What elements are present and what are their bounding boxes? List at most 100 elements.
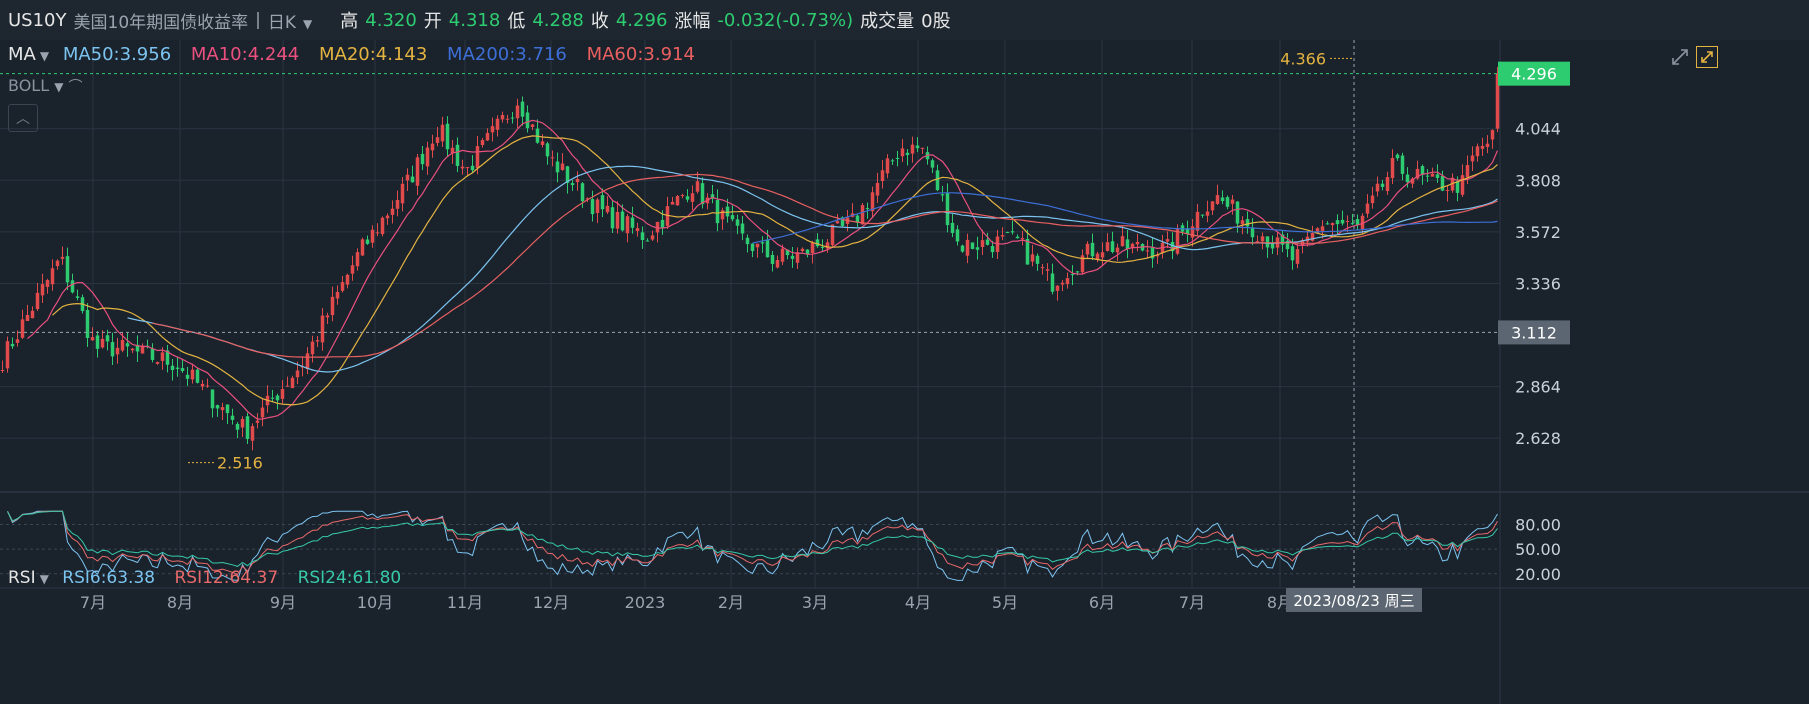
candle-body — [1105, 242, 1110, 251]
ma200-value: MA200:3.716 — [447, 44, 567, 65]
candle-body — [1400, 155, 1405, 174]
candle-body — [1165, 239, 1170, 242]
candle-body — [1210, 201, 1215, 211]
candle-body — [175, 367, 180, 369]
candle-body — [735, 219, 740, 226]
candle-body — [1035, 255, 1040, 264]
x-axis-label: 7月 — [80, 593, 106, 612]
candle-body — [575, 178, 580, 183]
candle-body — [95, 335, 100, 349]
candle-body — [55, 260, 60, 267]
candle-body — [920, 147, 925, 149]
candle-body — [520, 101, 525, 117]
candle-body — [375, 232, 380, 234]
candle-body — [835, 221, 840, 224]
candle-body — [615, 211, 620, 229]
candle-body — [1480, 145, 1485, 149]
candle-body — [750, 243, 755, 252]
candle-body — [905, 152, 910, 156]
symbol[interactable]: US10Y — [8, 10, 67, 31]
caret-down-icon[interactable]: ▼ — [40, 49, 49, 63]
shrink-icon[interactable] — [1669, 46, 1691, 68]
x-axis-label: 6月 — [1089, 593, 1115, 612]
candle-body — [525, 112, 530, 129]
candle-body — [15, 339, 20, 343]
boll-indicator[interactable]: BOLL ▼ ⌒ — [8, 76, 83, 96]
candle-body — [485, 132, 490, 141]
candle-body — [1385, 177, 1390, 192]
candle-body — [1370, 195, 1375, 204]
candle-body — [1145, 250, 1150, 252]
candle-body — [150, 348, 155, 360]
candle-body — [945, 192, 950, 226]
candle-body — [475, 146, 480, 169]
eye-off-icon[interactable]: ⌒ — [69, 79, 83, 95]
candle-body — [255, 420, 260, 423]
candle-body — [570, 183, 575, 186]
candle-body — [1460, 175, 1465, 195]
candle-body — [555, 161, 560, 173]
candle-body — [1215, 195, 1220, 204]
price-tick-label: 2.628 — [1515, 429, 1561, 448]
candle-body — [470, 165, 475, 171]
candle-body — [75, 296, 80, 298]
candle-body — [1110, 241, 1115, 252]
candle-body — [1070, 274, 1075, 276]
candle-body — [1055, 285, 1060, 291]
candle-body — [1050, 273, 1055, 292]
candle-body — [1225, 197, 1230, 207]
candle-body — [1380, 183, 1385, 187]
current-price-label: 4.296 — [1511, 65, 1557, 84]
candle-body — [230, 415, 235, 420]
caret-down-icon: ▼ — [303, 16, 313, 31]
rsi24-value: RSI24:61.80 — [297, 568, 402, 588]
candle-body — [625, 216, 630, 234]
candle-body — [390, 208, 395, 215]
fullscreen-icon[interactable] — [1696, 46, 1718, 68]
candle-body — [295, 370, 300, 378]
candle-body — [235, 423, 240, 430]
candle-body — [990, 246, 995, 253]
candle-body — [1390, 157, 1395, 179]
candle-body — [20, 319, 25, 338]
candle-body — [1475, 146, 1480, 157]
candle-body — [1230, 199, 1235, 204]
candle-body — [60, 256, 65, 259]
candle-body — [50, 268, 55, 285]
caret-down-icon[interactable]: ▼ — [40, 572, 49, 586]
candle-body — [1065, 278, 1070, 285]
candle-body — [1455, 181, 1460, 193]
candle-body — [695, 181, 700, 192]
candle-body — [1470, 155, 1475, 162]
candle-body — [435, 137, 440, 143]
price-tick-label: 3.808 — [1515, 171, 1561, 190]
candle-body — [125, 343, 130, 347]
price-chart[interactable]: 7月 8月 9月 10月 11月 12月 2023 2月 3月 4月 5月 6月 7月 8月4.0443.… — [0, 40, 1809, 704]
candle-body — [690, 193, 695, 202]
candle-body — [725, 206, 730, 217]
period-selector[interactable]: 日K ▼ — [268, 8, 319, 33]
candle-body — [1435, 174, 1440, 178]
candle-body — [45, 280, 50, 287]
candle-body — [345, 274, 350, 285]
rsi-legend-title[interactable]: RSI — [8, 568, 36, 588]
ma-legend-title[interactable]: MA — [8, 44, 36, 65]
x-axis-label: 10月 — [357, 593, 393, 612]
candle-body — [1015, 236, 1020, 239]
collapse-indicator-button[interactable]: ︿ — [8, 104, 38, 132]
candle-body — [30, 310, 35, 319]
candle-body — [250, 426, 255, 441]
candle-body — [610, 207, 615, 229]
candle-body — [550, 157, 555, 159]
candle-body — [865, 208, 870, 210]
candle-body — [5, 341, 10, 369]
candle-body — [325, 315, 330, 318]
candle-body — [740, 223, 745, 234]
candle-body — [895, 158, 900, 160]
candle-body — [1340, 219, 1345, 224]
candle-body — [350, 265, 355, 274]
candle-body — [1345, 221, 1350, 223]
candle-body — [815, 239, 820, 247]
candle-body — [415, 157, 420, 186]
candle-body — [310, 341, 315, 355]
